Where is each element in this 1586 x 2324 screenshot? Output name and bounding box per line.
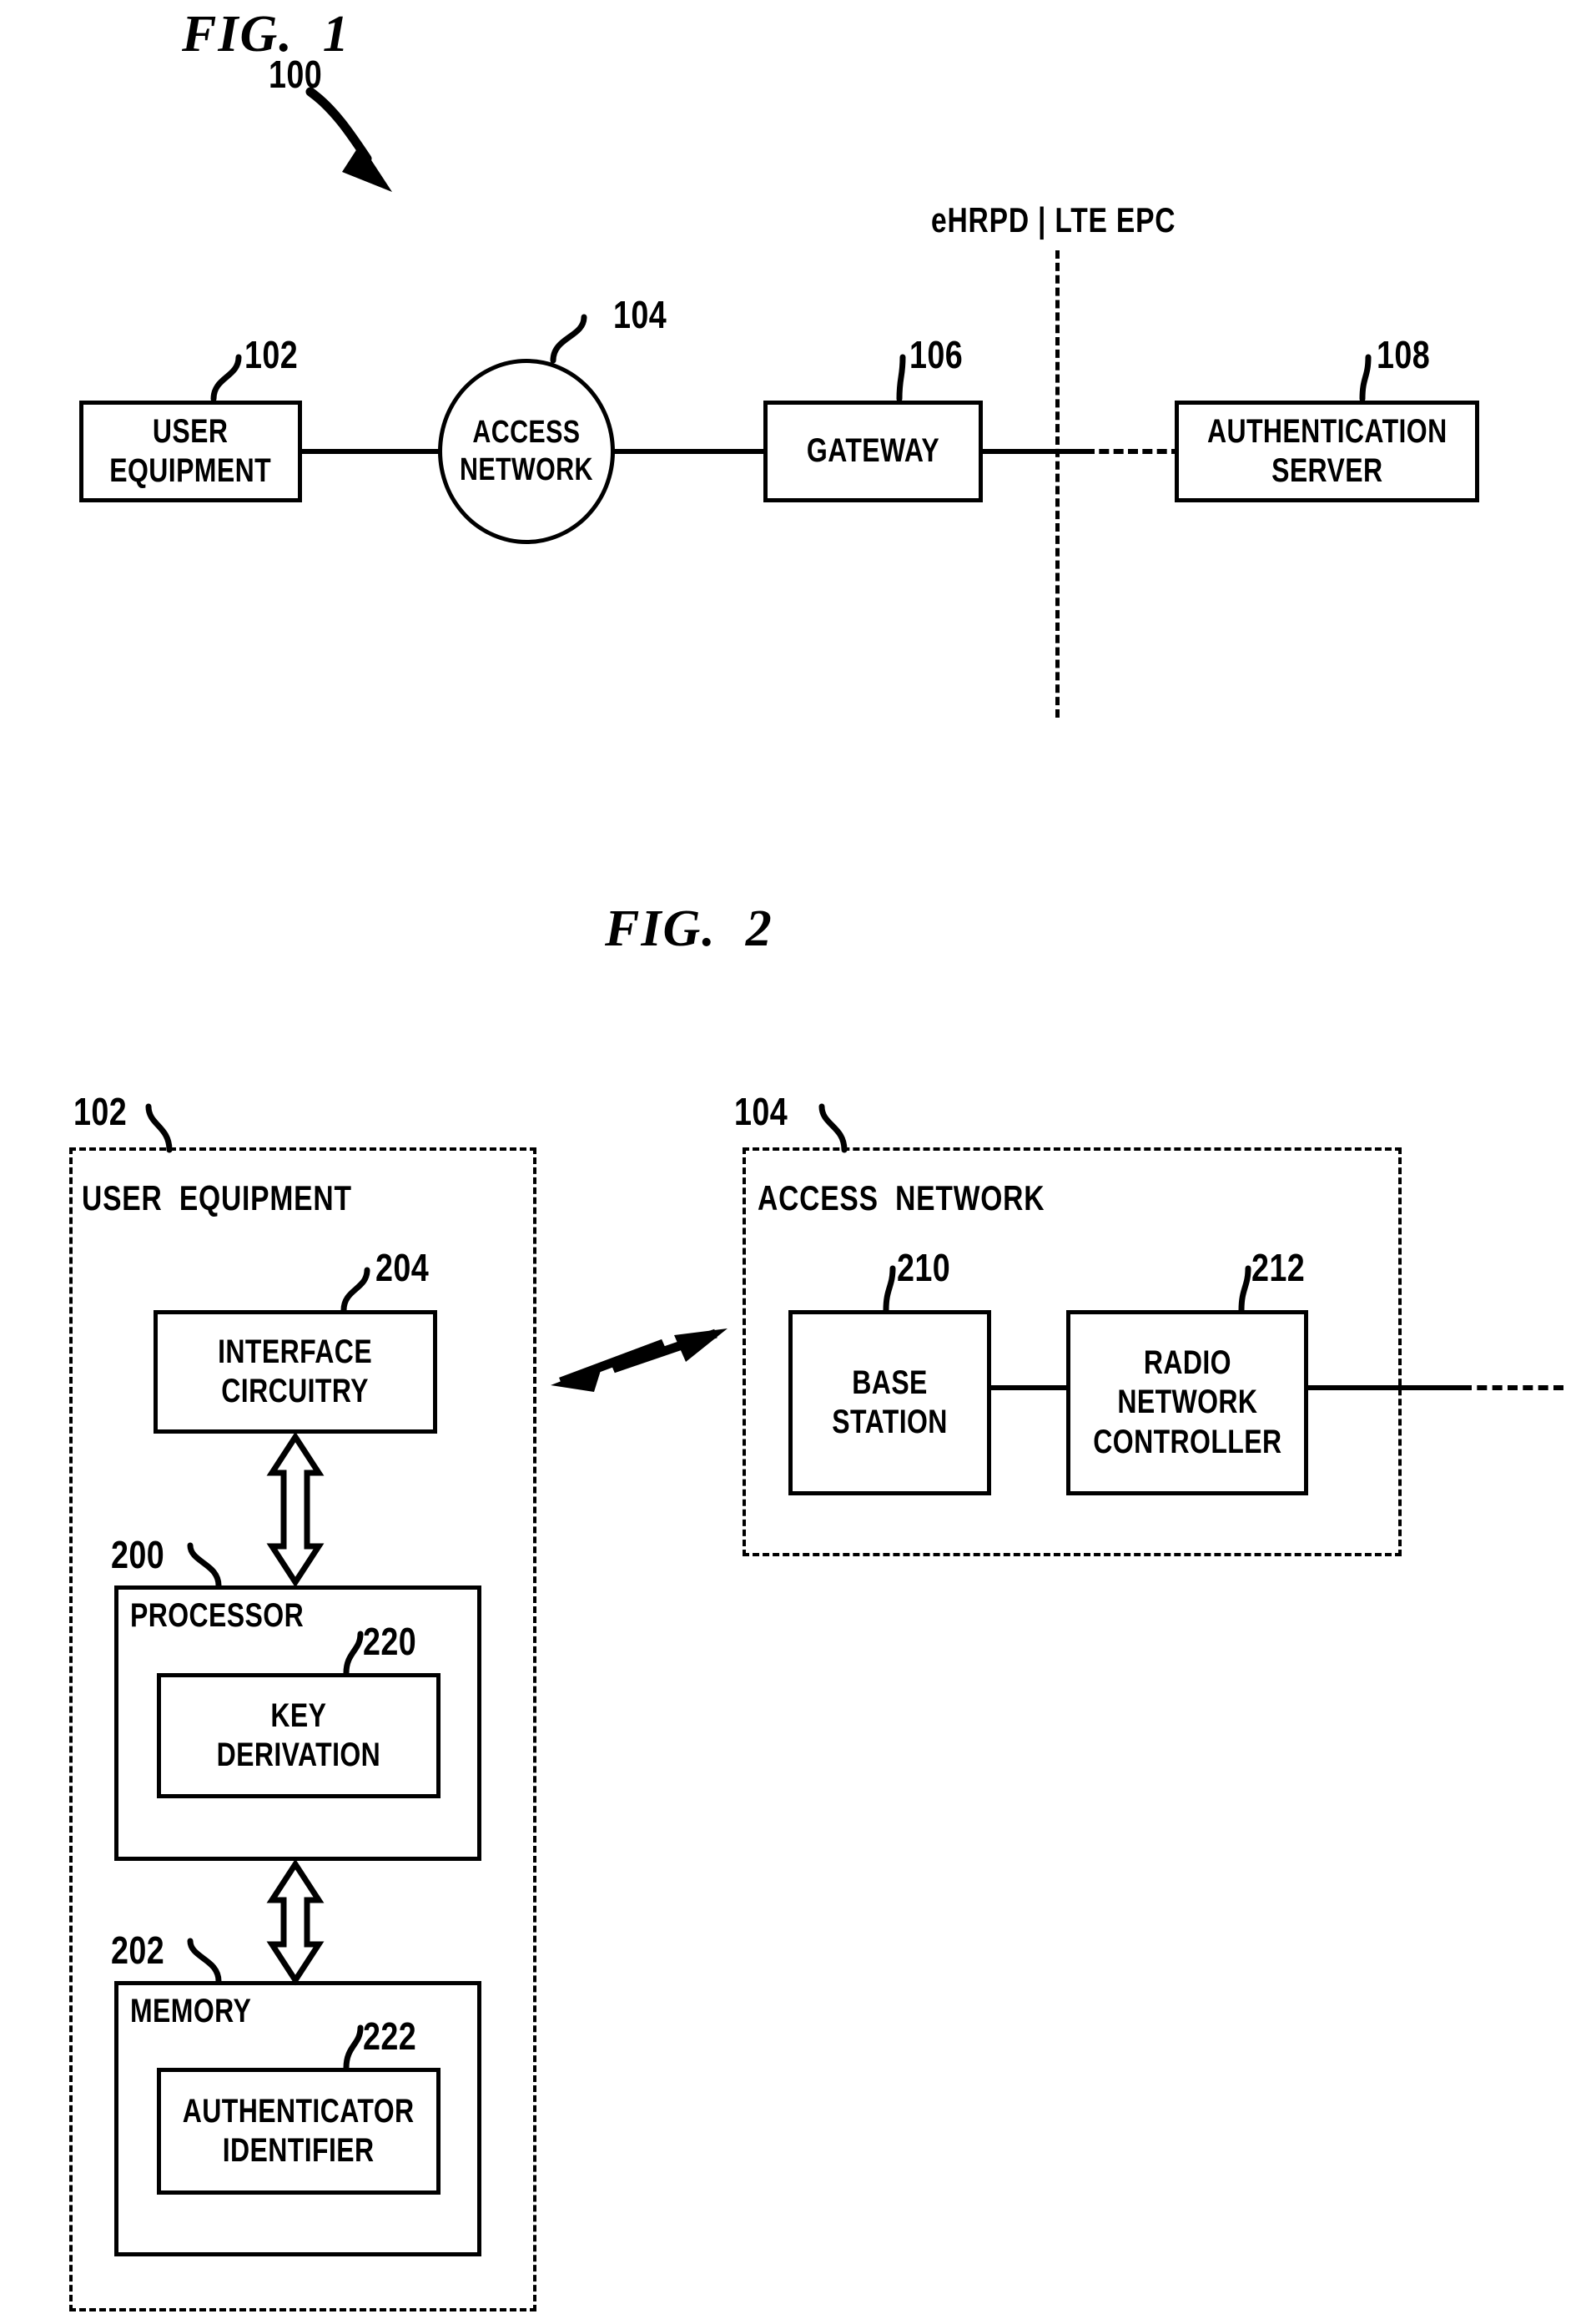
figure-1-system-ref: 100 (269, 53, 323, 96)
access-network-enclosure-title: ACCESS NETWORK (758, 1178, 1045, 1217)
figure-1-title: FIG. 1 (182, 6, 350, 63)
gateway-node[interactable]: GATEWAY (763, 401, 983, 502)
radio-network-controller-ref: 212 (1251, 1246, 1306, 1289)
link-rnc-outbound (1307, 1385, 1465, 1390)
authenticator-identifier-block[interactable]: AUTHENTICATOR IDENTIFIER (157, 2068, 441, 2195)
figure2-access-network-ref: 104 (734, 1090, 788, 1133)
user-equipment-label: USER EQUIPMENT (109, 412, 272, 489)
base-station-label: BASE STATION (832, 1364, 948, 1440)
network-domain-divider-label: eHRPD | LTE EPC (931, 200, 1176, 239)
figure1-leader-lines (210, 314, 1372, 402)
authentication-server-ref: 108 (1377, 333, 1431, 376)
key-derivation-ref: 220 (363, 1620, 417, 1663)
link-ue-to-access-network (300, 449, 441, 454)
gateway-label: GATEWAY (806, 432, 940, 470)
processor-label: PROCESSOR (130, 1597, 305, 1634)
memory-label: MEMORY (130, 1993, 252, 2029)
authenticator-identifier-label: AUTHENTICATOR IDENTIFIER (183, 2092, 415, 2169)
authenticator-identifier-ref: 222 (363, 2014, 417, 2058)
user-equipment-ref: 102 (244, 333, 299, 376)
link-access-network-to-gateway (611, 449, 765, 454)
radio-network-controller-block[interactable]: RADIO NETWORK CONTROLLER (1066, 1310, 1308, 1495)
access-network-ref: 104 (613, 293, 667, 336)
patent-drawing-sheet: FIG. 1 100 eHRPD | LTE EPC 102 USER EQUI… (0, 0, 1586, 2324)
wireless-link-arrow (551, 1328, 728, 1392)
base-station-block[interactable]: BASE STATION (788, 1310, 991, 1495)
link-rnc-outbound-dashed (1462, 1385, 1563, 1390)
interface-circuitry-ref: 204 (375, 1246, 430, 1289)
system-100-leader-arrow (305, 87, 392, 192)
access-network-node[interactable]: ACCESS NETWORK (438, 359, 615, 544)
figure-2-title: FIG. 2 (605, 900, 773, 957)
link-gateway-to-auth-server-dashed (1085, 449, 1181, 454)
figure2-user-equipment-ref: 102 (73, 1090, 128, 1133)
authentication-server-label: AUTHENTICATION SERVER (1206, 412, 1448, 489)
base-station-ref: 210 (897, 1246, 951, 1289)
processor-ref: 200 (111, 1533, 165, 1576)
radio-network-controller-label: RADIO NETWORK CONTROLLER (1092, 1344, 1282, 1460)
interface-circuitry-block[interactable]: INTERFACE CIRCUITRY (154, 1310, 437, 1434)
user-equipment-enclosure-title: USER EQUIPMENT (82, 1178, 352, 1217)
interface-circuitry-label: INTERFACE CIRCUITRY (218, 1333, 373, 1409)
key-derivation-label: KEY DERIVATION (216, 1696, 381, 1773)
link-gateway-solid-segment (981, 449, 1088, 454)
access-network-label: ACCESS NETWORK (460, 415, 593, 487)
key-derivation-block[interactable]: KEY DERIVATION (157, 1673, 441, 1798)
domain-divider-line (1055, 250, 1060, 718)
user-equipment-node[interactable]: USER EQUIPMENT (79, 401, 302, 502)
gateway-ref: 106 (909, 333, 964, 376)
authentication-server-node[interactable]: AUTHENTICATION SERVER (1175, 401, 1479, 502)
memory-ref: 202 (111, 1928, 165, 1972)
link-base-station-to-rnc (989, 1385, 1068, 1390)
